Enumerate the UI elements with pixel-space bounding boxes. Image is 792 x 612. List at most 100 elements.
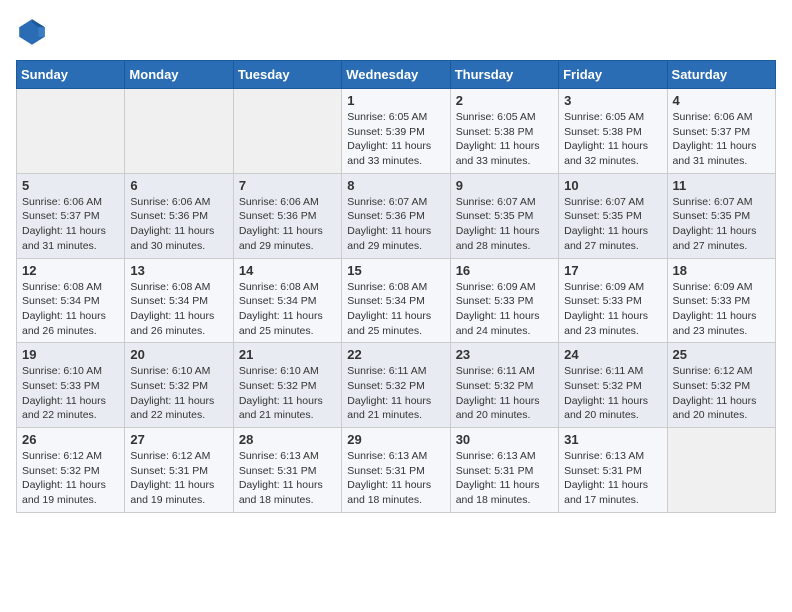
day-info: Sunrise: 6:08 AM Sunset: 5:34 PM Dayligh… xyxy=(130,280,227,339)
day-number: 31 xyxy=(564,432,661,447)
day-number: 5 xyxy=(22,178,119,193)
day-cell: 5 Sunrise: 6:06 AM Sunset: 5:37 PM Daylig… xyxy=(17,173,125,258)
day-number: 6 xyxy=(130,178,227,193)
day-cell: 25 Sunrise: 6:12 AM Sunset: 5:32 PM Dayli… xyxy=(667,343,775,428)
logo xyxy=(16,16,52,48)
day-info: Sunrise: 6:11 AM Sunset: 5:32 PM Dayligh… xyxy=(347,364,444,423)
header-cell-friday: Friday xyxy=(559,61,667,89)
day-info: Sunrise: 6:10 AM Sunset: 5:32 PM Dayligh… xyxy=(130,364,227,423)
day-info: Sunrise: 6:13 AM Sunset: 5:31 PM Dayligh… xyxy=(564,449,661,508)
day-cell xyxy=(667,428,775,513)
logo-icon xyxy=(16,16,48,48)
header-cell-thursday: Thursday xyxy=(450,61,558,89)
day-cell: 10 Sunrise: 6:07 AM Sunset: 5:35 PM Dayli… xyxy=(559,173,667,258)
day-info: Sunrise: 6:07 AM Sunset: 5:35 PM Dayligh… xyxy=(673,195,770,254)
day-cell: 4 Sunrise: 6:06 AM Sunset: 5:37 PM Daylig… xyxy=(667,89,775,174)
day-info: Sunrise: 6:06 AM Sunset: 5:37 PM Dayligh… xyxy=(22,195,119,254)
day-info: Sunrise: 6:06 AM Sunset: 5:36 PM Dayligh… xyxy=(130,195,227,254)
week-row-4: 19Sunrise: 6:10 AM Sunset: 5:33 PM Dayli… xyxy=(17,343,776,428)
day-number: 24 xyxy=(564,347,661,362)
day-cell: 28Sunrise: 6:13 AM Sunset: 5:31 PM Dayli… xyxy=(233,428,341,513)
day-number: 22 xyxy=(347,347,444,362)
day-number: 12 xyxy=(22,263,119,278)
day-cell: 22 Sunrise: 6:11 AM Sunset: 5:32 PM Dayli… xyxy=(342,343,450,428)
day-number: 15 xyxy=(347,263,444,278)
calendar-body: 1Sunrise: 6:05 AM Sunset: 5:39 PM Daylig… xyxy=(17,89,776,513)
header-cell-wednesday: Wednesday xyxy=(342,61,450,89)
day-info: Sunrise: 6:09 AM Sunset: 5:33 PM Dayligh… xyxy=(564,280,661,339)
day-number: 3 xyxy=(564,93,661,108)
day-cell: 11Sunrise: 6:07 AM Sunset: 5:35 PM Dayli… xyxy=(667,173,775,258)
day-cell: 19Sunrise: 6:10 AM Sunset: 5:33 PM Dayli… xyxy=(17,343,125,428)
day-cell: 17 Sunrise: 6:09 AM Sunset: 5:33 PM Dayli… xyxy=(559,258,667,343)
day-cell: 20 Sunrise: 6:10 AM Sunset: 5:32 PM Dayli… xyxy=(125,343,233,428)
day-number: 4 xyxy=(673,93,770,108)
day-cell: 13 Sunrise: 6:08 AM Sunset: 5:34 PM Dayli… xyxy=(125,258,233,343)
day-info: Sunrise: 6:13 AM Sunset: 5:31 PM Dayligh… xyxy=(347,449,444,508)
header-row: SundayMondayTuesdayWednesdayThursdayFrid… xyxy=(17,61,776,89)
day-cell xyxy=(125,89,233,174)
day-info: Sunrise: 6:12 AM Sunset: 5:32 PM Dayligh… xyxy=(673,364,770,423)
day-info: Sunrise: 6:13 AM Sunset: 5:31 PM Dayligh… xyxy=(456,449,553,508)
day-cell xyxy=(17,89,125,174)
day-number: 13 xyxy=(130,263,227,278)
day-number: 10 xyxy=(564,178,661,193)
day-info: Sunrise: 6:05 AM Sunset: 5:38 PM Dayligh… xyxy=(456,110,553,169)
day-info: Sunrise: 6:05 AM Sunset: 5:38 PM Dayligh… xyxy=(564,110,661,169)
day-info: Sunrise: 6:12 AM Sunset: 5:31 PM Dayligh… xyxy=(130,449,227,508)
day-number: 7 xyxy=(239,178,336,193)
day-cell: 24Sunrise: 6:11 AM Sunset: 5:32 PM Dayli… xyxy=(559,343,667,428)
day-info: Sunrise: 6:06 AM Sunset: 5:37 PM Dayligh… xyxy=(673,110,770,169)
day-cell: 12 Sunrise: 6:08 AM Sunset: 5:34 PM Dayli… xyxy=(17,258,125,343)
week-row-5: 26 Sunrise: 6:12 AM Sunset: 5:32 PM Dayli… xyxy=(17,428,776,513)
day-info: Sunrise: 6:06 AM Sunset: 5:36 PM Dayligh… xyxy=(239,195,336,254)
day-number: 16 xyxy=(456,263,553,278)
day-info: Sunrise: 6:09 AM Sunset: 5:33 PM Dayligh… xyxy=(456,280,553,339)
page-header xyxy=(16,16,776,48)
day-cell: 16 Sunrise: 6:09 AM Sunset: 5:33 PM Dayli… xyxy=(450,258,558,343)
day-number: 29 xyxy=(347,432,444,447)
day-info: Sunrise: 6:05 AM Sunset: 5:39 PM Dayligh… xyxy=(347,110,444,169)
day-cell: 14 Sunrise: 6:08 AM Sunset: 5:34 PM Dayli… xyxy=(233,258,341,343)
day-number: 20 xyxy=(130,347,227,362)
day-cell: 26 Sunrise: 6:12 AM Sunset: 5:32 PM Dayli… xyxy=(17,428,125,513)
calendar-header: SundayMondayTuesdayWednesdayThursdayFrid… xyxy=(17,61,776,89)
header-cell-monday: Monday xyxy=(125,61,233,89)
day-number: 25 xyxy=(673,347,770,362)
day-cell: 18Sunrise: 6:09 AM Sunset: 5:33 PM Dayli… xyxy=(667,258,775,343)
day-info: Sunrise: 6:11 AM Sunset: 5:32 PM Dayligh… xyxy=(456,364,553,423)
day-number: 8 xyxy=(347,178,444,193)
day-number: 30 xyxy=(456,432,553,447)
week-row-3: 12 Sunrise: 6:08 AM Sunset: 5:34 PM Dayli… xyxy=(17,258,776,343)
day-cell: 2 Sunrise: 6:05 AM Sunset: 5:38 PM Daylig… xyxy=(450,89,558,174)
day-number: 21 xyxy=(239,347,336,362)
day-cell: 27Sunrise: 6:12 AM Sunset: 5:31 PM Dayli… xyxy=(125,428,233,513)
header-cell-tuesday: Tuesday xyxy=(233,61,341,89)
calendar-table: SundayMondayTuesdayWednesdayThursdayFrid… xyxy=(16,60,776,513)
day-cell xyxy=(233,89,341,174)
day-cell: 23 Sunrise: 6:11 AM Sunset: 5:32 PM Dayli… xyxy=(450,343,558,428)
week-row-1: 1Sunrise: 6:05 AM Sunset: 5:39 PM Daylig… xyxy=(17,89,776,174)
week-row-2: 5 Sunrise: 6:06 AM Sunset: 5:37 PM Daylig… xyxy=(17,173,776,258)
day-info: Sunrise: 6:10 AM Sunset: 5:32 PM Dayligh… xyxy=(239,364,336,423)
day-info: Sunrise: 6:12 AM Sunset: 5:32 PM Dayligh… xyxy=(22,449,119,508)
day-cell: 8Sunrise: 6:07 AM Sunset: 5:36 PM Daylig… xyxy=(342,173,450,258)
day-cell: 7 Sunrise: 6:06 AM Sunset: 5:36 PM Daylig… xyxy=(233,173,341,258)
day-info: Sunrise: 6:07 AM Sunset: 5:35 PM Dayligh… xyxy=(564,195,661,254)
day-info: Sunrise: 6:08 AM Sunset: 5:34 PM Dayligh… xyxy=(239,280,336,339)
header-cell-saturday: Saturday xyxy=(667,61,775,89)
day-cell: 3 Sunrise: 6:05 AM Sunset: 5:38 PM Daylig… xyxy=(559,89,667,174)
day-number: 18 xyxy=(673,263,770,278)
day-cell: 29 Sunrise: 6:13 AM Sunset: 5:31 PM Dayli… xyxy=(342,428,450,513)
day-info: Sunrise: 6:08 AM Sunset: 5:34 PM Dayligh… xyxy=(22,280,119,339)
header-cell-sunday: Sunday xyxy=(17,61,125,89)
day-cell: 30 Sunrise: 6:13 AM Sunset: 5:31 PM Dayli… xyxy=(450,428,558,513)
day-number: 23 xyxy=(456,347,553,362)
day-info: Sunrise: 6:13 AM Sunset: 5:31 PM Dayligh… xyxy=(239,449,336,508)
day-number: 14 xyxy=(239,263,336,278)
day-number: 17 xyxy=(564,263,661,278)
day-number: 2 xyxy=(456,93,553,108)
day-cell: 31 Sunrise: 6:13 AM Sunset: 5:31 PM Dayli… xyxy=(559,428,667,513)
day-number: 26 xyxy=(22,432,119,447)
day-cell: 6 Sunrise: 6:06 AM Sunset: 5:36 PM Daylig… xyxy=(125,173,233,258)
